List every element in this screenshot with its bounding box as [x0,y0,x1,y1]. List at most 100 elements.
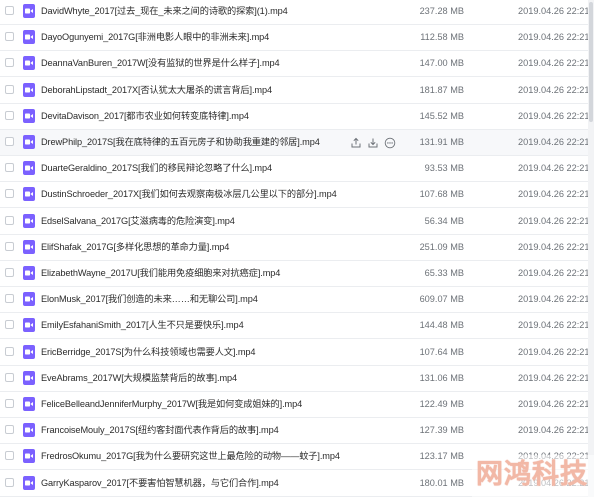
file-date: 2019.04.26 22:21 [518,32,590,43]
file-date: 2019.04.26 22:21 [518,58,590,69]
file-size: 131.91 MB [419,137,464,147]
row-checkbox[interactable] [5,425,14,435]
file-row[interactable]: DevitaDavison_2017[都市农业如何转变底特律].mp4 145.5… [0,103,594,130]
file-name[interactable]: DustinSchroeder_2017X[我们如何去观察南极冰层几公里以下的部… [41,188,337,200]
scrollbar[interactable] [588,0,594,497]
share-icon[interactable] [350,136,362,148]
file-name[interactable]: FeliceBelleandJenniferMurphy_2017W[我是如何变… [41,398,302,410]
file-date: 2019.04.26 22:21 [518,241,590,252]
row-checkbox[interactable] [5,294,14,304]
video-file-icon [23,30,35,45]
file-size: 127.39 MB [419,425,464,436]
video-file-icon [23,344,35,359]
file-name[interactable]: DrewPhilp_2017S[我在底特律的五百元房子和协助我重建的邻居].mp… [41,136,320,148]
file-row[interactable]: FeliceBelleandJenniferMurphy_2017W[我是如何变… [0,392,594,418]
row-checkbox[interactable] [5,189,14,199]
row-checkbox[interactable] [5,32,14,42]
file-name[interactable]: EdselSalvana_2017G[艾滋病毒的危险演变].mp4 [41,215,235,227]
video-file-icon [23,213,35,228]
row-checkbox[interactable] [5,451,14,461]
file-row[interactable]: DrewPhilp_2017S[我在底特律的五百元房子和协助我重建的邻居].mp… [0,130,594,156]
file-name[interactable]: FredrosOkumu_2017G[我为什么要研究这世上最危险的动物——蚊子]… [41,450,340,462]
file-date: 2019.04.26 22:21 [518,215,590,226]
file-name[interactable]: ElonMusk_2017[我们创造的未来……和无聊公司].mp4 [41,293,258,305]
download-icon[interactable] [367,136,379,148]
row-checkbox[interactable] [5,241,14,251]
file-name[interactable]: DeannaVanBuren_2017W[没有监狱的世界是什么样子].mp4 [41,57,280,69]
file-row[interactable]: DeborahLipstadt_2017X[否认犹太大屠杀的谎言背后].mp4 1… [0,77,594,104]
row-checkbox[interactable] [5,215,14,225]
file-name[interactable]: FrancoiseMouly_2017S[纽约客封面代表作背后的故事].mp4 [41,424,279,436]
file-size: 123.17 MB [419,451,464,462]
file-name[interactable]: DayoOgunyemi_2017G[非洲电影人眼中的非洲未来].mp4 [41,31,269,43]
video-file-icon [23,318,35,333]
file-size: 237.28 MB [419,6,464,16]
row-checkbox[interactable] [5,84,14,94]
row-checkbox[interactable] [5,137,14,146]
file-size: 251.09 MB [419,241,464,252]
video-file-icon [23,4,35,18]
row-checkbox[interactable] [5,372,14,382]
file-row[interactable]: EveAbrams_2017W[大规模监禁背后的故事].mp4 131.06 MB… [0,365,594,392]
file-row[interactable]: DuarteGeraldino_2017S[我们的移民辩论忽略了什么].mp4 9… [0,156,594,183]
row-checkbox[interactable] [5,110,14,120]
row-checkbox[interactable] [5,346,14,356]
file-name[interactable]: ElizabethWayne_2017U[我们能用免疫细胞来对抗癌症].mp4 [41,267,280,279]
file-row[interactable]: FrancoiseMouly_2017S[纽约客封面代表作背后的故事].mp4 1… [0,418,594,445]
file-date: 2019.04.26 22:21 [518,425,590,436]
file-size: 181.87 MB [419,84,464,95]
file-name[interactable]: DavidWhyte_2017[过去_现在_未来之间的诗歌的探索](1).mp4 [41,5,288,17]
file-size: 180.01 MB [419,477,464,488]
file-size: 609.07 MB [419,294,464,305]
file-row[interactable]: EdselSalvana_2017G[艾滋病毒的危险演变].mp4 56.34 M… [0,208,594,235]
file-name[interactable]: GarryKasparov_2017[不要害怕智慧机器，与它们合作].mp4 [41,477,279,489]
file-date: 2019.04.26 22:21 [518,110,590,121]
video-file-icon [23,266,35,280]
row-checkbox[interactable] [5,320,14,330]
file-name[interactable]: EveAbrams_2017W[大规模监禁背后的故事].mp4 [41,372,237,384]
file-date: 2019.04.26 22:21 [518,294,590,305]
video-file-icon [23,108,35,123]
video-file-icon [23,187,35,202]
file-size: 144.48 MB [419,320,464,331]
row-checkbox[interactable] [5,58,14,68]
file-name[interactable]: EmilyEsfahaniSmith_2017[人生不只是要快乐].mp4 [41,319,244,331]
file-size: 131.06 MB [419,372,464,383]
file-row[interactable]: DayoOgunyemi_2017G[非洲电影人眼中的非洲未来].mp4 112.… [0,25,594,52]
more-icon[interactable] [384,136,396,149]
row-checkbox[interactable] [5,6,14,15]
file-size: 93.53 MB [424,163,464,174]
file-name[interactable]: EricBerridge_2017S[为什么科技领域也需要人文].mp4 [41,346,256,358]
row-checkbox[interactable] [5,163,14,173]
file-size: 112.58 MB [420,32,464,43]
file-date: 2019.04.26 22:21 [518,137,590,147]
row-checkbox[interactable] [5,477,14,487]
file-row[interactable]: DavidWhyte_2017[过去_现在_未来之间的诗歌的探索](1).mp4… [0,0,594,25]
file-name[interactable]: DeborahLipstadt_2017X[否认犹太大屠杀的谎言背后].mp4 [41,84,272,96]
row-checkbox[interactable] [5,268,14,277]
file-row[interactable]: EmilyEsfahaniSmith_2017[人生不只是要快乐].mp4 144… [0,313,594,340]
file-name[interactable]: DevitaDavison_2017[都市农业如何转变底特律].mp4 [41,110,249,122]
row-checkbox[interactable] [5,399,14,408]
file-size: 147.00 MB [419,58,464,69]
file-size: 107.68 MB [419,189,464,200]
file-row[interactable]: DustinSchroeder_2017X[我们如何去观察南极冰层几公里以下的部… [0,182,594,209]
file-row[interactable]: ElifShafak_2017G[多样化思想的革命力量].mp4 251.09 M… [0,234,594,261]
file-row[interactable]: ElizabethWayne_2017U[我们能用免疫细胞来对抗癌症].mp4 6… [0,261,594,287]
file-date: 2019.04.26 22:21 [518,268,590,278]
video-file-icon [23,56,35,71]
file-row[interactable]: ElonMusk_2017[我们创造的未来……和无聊公司].mp4 609.07 … [0,287,594,314]
file-row[interactable]: DeannaVanBuren_2017W[没有监狱的世界是什么样子].mp4 14… [0,51,594,78]
file-name[interactable]: ElifShafak_2017G[多样化思想的革命力量].mp4 [41,241,229,253]
file-date: 2019.04.26 22:21 [518,399,590,409]
file-row[interactable]: EricBerridge_2017S[为什么科技领域也需要人文].mp4 107.… [0,339,594,366]
file-date: 2019.04.26 22:21 [518,189,590,200]
scrollbar-thumb[interactable] [589,2,593,122]
video-file-icon [23,239,35,254]
video-file-icon [23,135,35,149]
file-name[interactable]: DuarteGeraldino_2017S[我们的移民辩论忽略了什么].mp4 [41,162,272,174]
file-date: 2019.04.26 22:21 [518,6,590,16]
file-size: 56.34 MB [424,215,464,226]
file-date: 2019.04.26 22:21 [518,372,590,383]
file-date: 2019.04.26 22:21 [518,346,590,357]
